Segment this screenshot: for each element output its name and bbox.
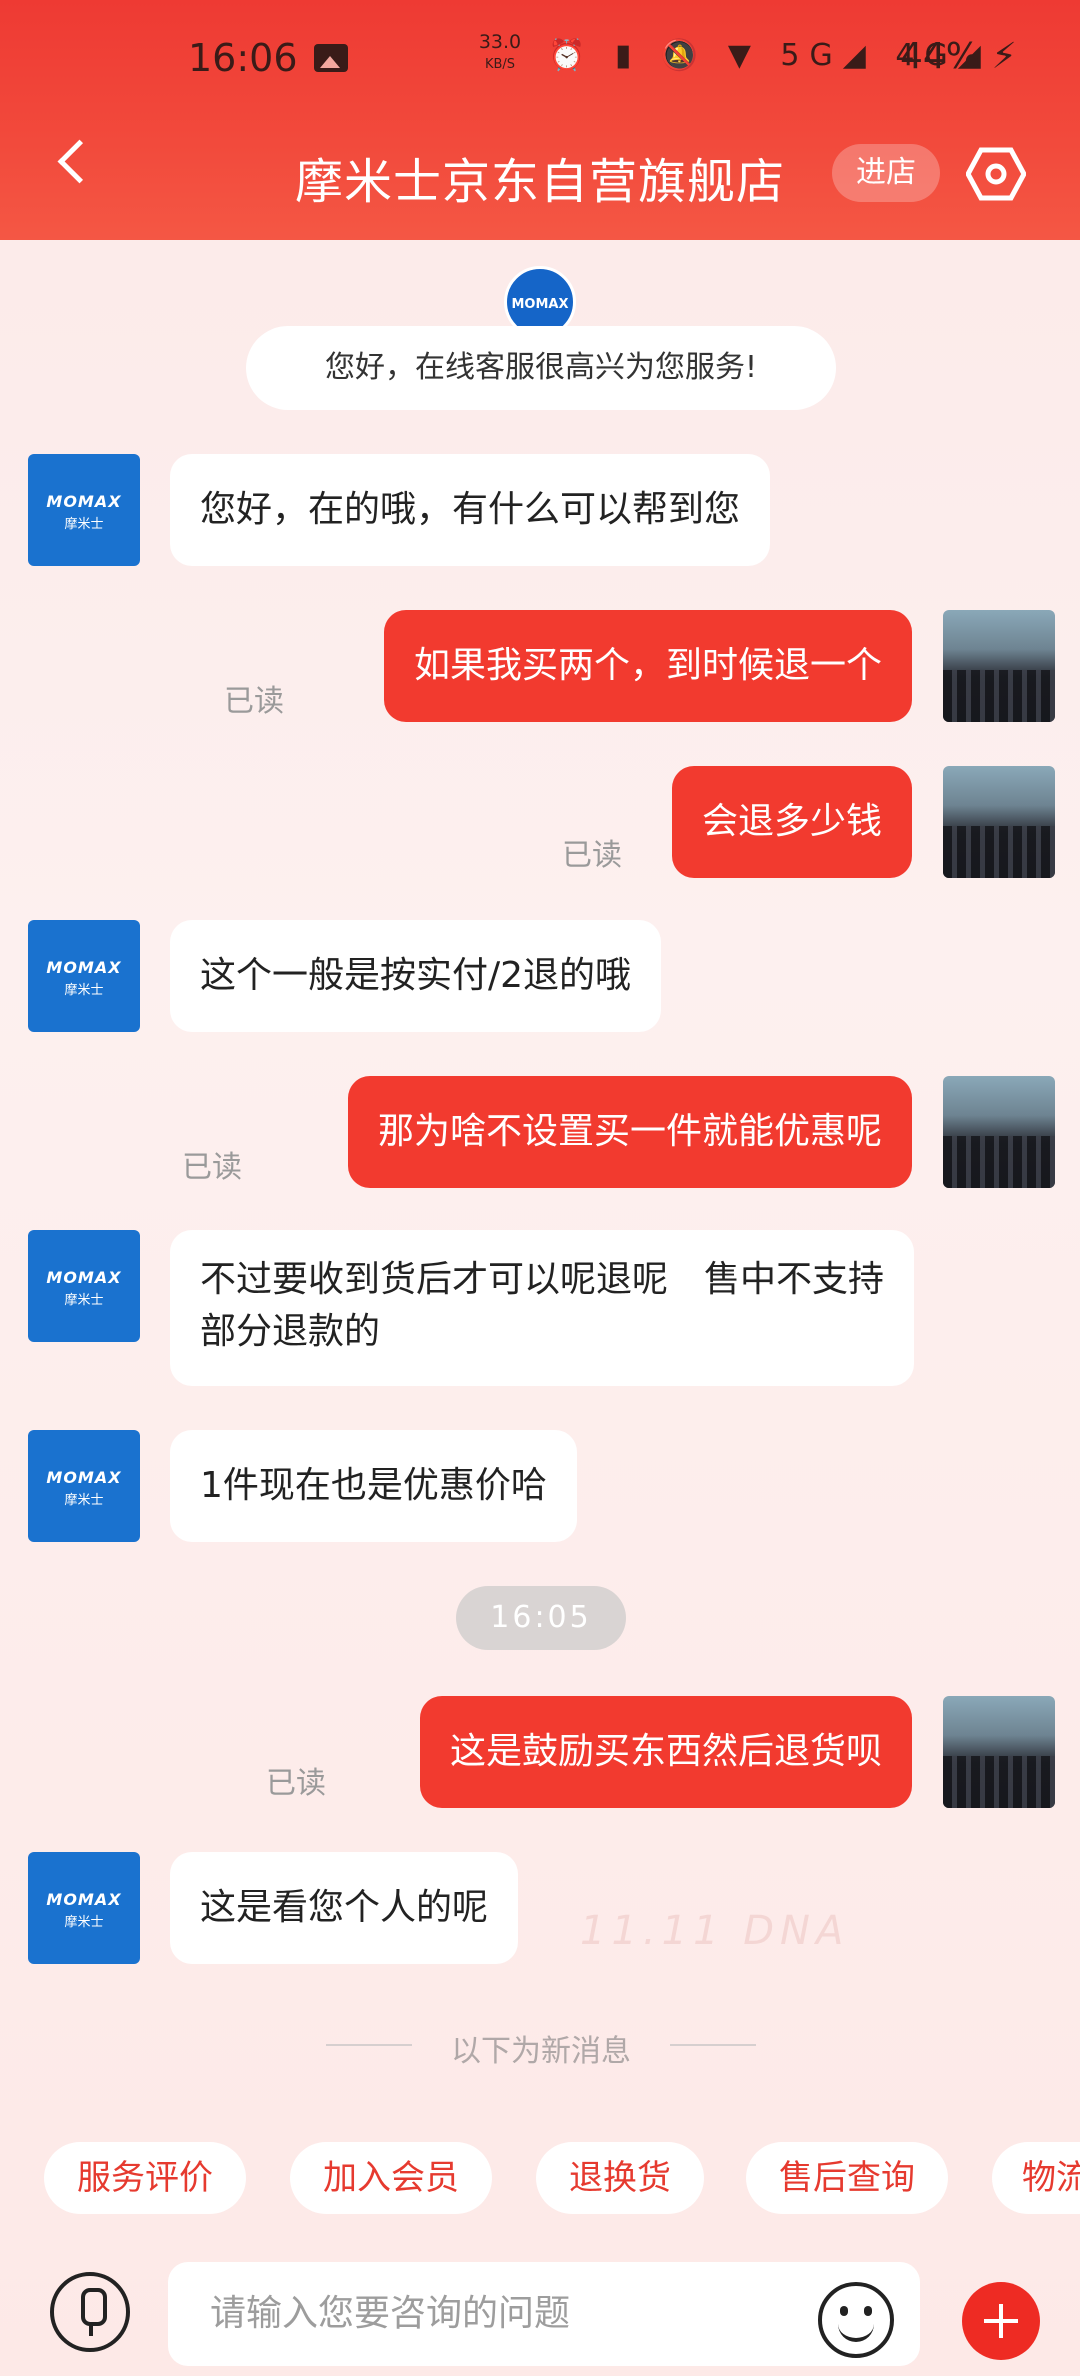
input-bar: 请输入您要咨询的问题 [0,2236,1080,2376]
agent-avatar-brand-cn: 摩米士 [64,983,104,998]
agent-avatar-brand-cn: 摩米士 [64,1293,104,1308]
quick-reply-rate-service[interactable]: 服务评价 [44,2142,246,2214]
background-watermark: 11.11 DNA [580,1908,850,1954]
agent-avatar-brand: MOMAX [46,1268,122,1287]
image-notification-icon [314,44,348,72]
status-bar: 16:06 33.0 KB/S ⏰ ▮ 🔕 ▼ 5G◢ 4G◢ 44% ⚡ [0,30,1080,90]
user-avatar[interactable] [943,766,1055,878]
message-bubble-agent[interactable]: 这个一般是按实付/2退的哦 [170,920,662,1032]
user-avatar[interactable] [943,1696,1055,1808]
agent-avatar[interactable]: MOMAX 摩米士 [28,454,140,566]
agent-avatar-brand-cn: 摩米士 [64,1493,104,1508]
settings-icon[interactable] [966,146,1026,202]
agent-avatar-brand: MOMAX [46,1468,122,1487]
read-status: 已读 [266,1766,326,1801]
network-speed: 33.0 KB/S [470,32,530,75]
new-messages-divider: 以下为新消息 [326,2024,756,2069]
network-speed-unit: KB/S [484,57,516,72]
add-icon[interactable] [962,2282,1040,2360]
timestamp-chip: 16:05 [456,1586,626,1650]
message-bubble-agent[interactable]: 这是看您个人的呢 [170,1852,519,1964]
agent-avatar[interactable]: MOMAX 摩米士 [28,1230,140,1342]
enter-store-button[interactable]: 进店 [832,144,940,202]
user-avatar[interactable] [943,1076,1055,1188]
status-time: 16:06 [188,36,298,80]
divider-line-right [670,2044,756,2046]
agent-avatar-brand: MOMAX [46,958,122,977]
agent-avatar-brand: MOMAX [46,1890,122,1909]
message-bubble-agent[interactable]: 您好，在的哦，有什么可以帮到您 [170,454,771,566]
read-status: 已读 [562,838,622,873]
battery-level: 44% ⚡ [900,36,1017,77]
divider-text: 以下为新消息 [451,2034,631,2069]
agent-avatar-brand-cn: 摩米士 [64,1915,104,1930]
message-input[interactable]: 请输入您要咨询的问题 [168,2262,920,2366]
welcome-banner: 您好，在线客服很高兴为您服务! [246,326,836,410]
message-bubble-me[interactable]: 会退多少钱 [671,766,912,878]
agent-avatar[interactable]: MOMAX 摩米士 [28,920,140,1032]
read-status: 已读 [182,1150,242,1185]
agent-avatar[interactable]: MOMAX 摩米士 [28,1430,140,1542]
quick-reply-logistics[interactable]: 物流 [992,2142,1080,2214]
message-bubble-me[interactable]: 那为啥不设置买一件就能优惠呢 [347,1076,912,1188]
microphone-icon[interactable] [50,2272,130,2352]
message-bubble-agent[interactable]: 不过要收到货后才可以呢退呢 售中不支持部分退款的 [170,1230,914,1386]
emoji-icon[interactable] [818,2282,894,2358]
quick-reply-bar: 服务评价 加入会员 退换货 售后查询 物流 [0,2142,1080,2214]
quick-reply-return-exchange[interactable]: 退换货 [536,2142,704,2214]
user-avatar[interactable] [943,610,1055,722]
network-speed-value: 33.0 [478,31,522,53]
agent-avatar-brand: MOMAX [46,492,122,511]
read-status: 已读 [224,684,284,719]
message-bubble-me[interactable]: 如果我买两个，到时候退一个 [383,610,912,722]
battery-text: 44% [900,36,981,77]
top-header: 16:06 33.0 KB/S ⏰ ▮ 🔕 ▼ 5G◢ 4G◢ 44% ⚡ 摩米… [0,0,1080,240]
message-bubble-me[interactable]: 这是鼓励买东西然后退货呗 [419,1696,912,1808]
agent-avatar-brand-cn: 摩米士 [64,517,104,532]
message-bubble-agent[interactable]: 1件现在也是优惠价哈 [170,1430,577,1542]
quick-reply-after-sales[interactable]: 售后查询 [746,2142,948,2214]
quick-reply-join-member[interactable]: 加入会员 [290,2142,492,2214]
agent-avatar[interactable]: MOMAX 摩米士 [28,1852,140,1964]
